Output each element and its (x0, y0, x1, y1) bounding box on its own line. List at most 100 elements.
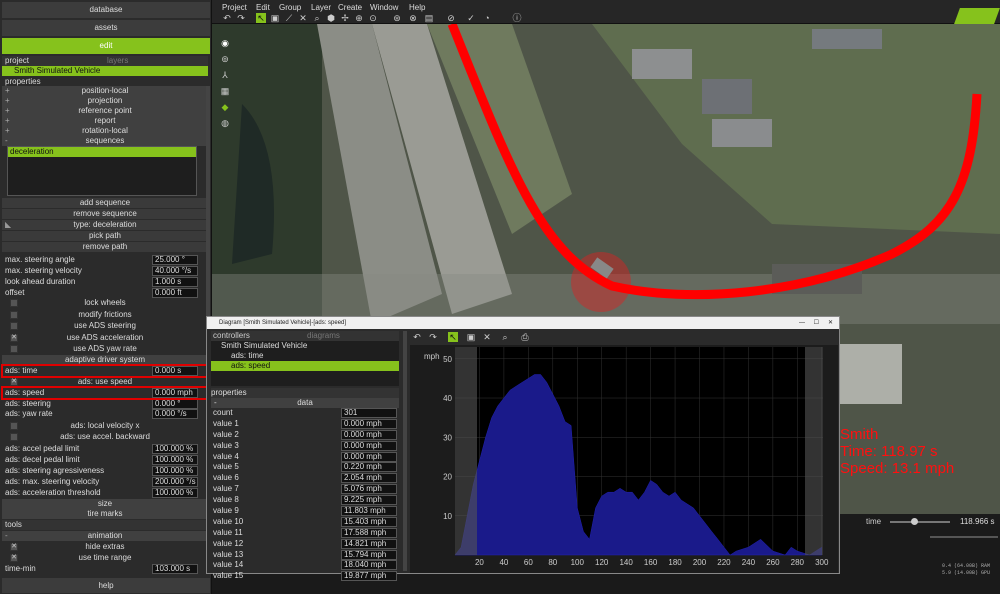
time-slider-handle[interactable] (911, 518, 918, 525)
sequence-item[interactable]: deceleration (8, 147, 196, 157)
data-row-value[interactable]: 0.000 mph (341, 418, 397, 429)
tab-controllers[interactable]: controllers (213, 331, 250, 341)
controller-tree[interactable]: Smith Simulated Vehicle ads: time ads: s… (211, 341, 399, 386)
data-row-value[interactable]: 19.877 mph (341, 571, 397, 582)
data-row-value[interactable]: 2.054 mph (341, 473, 397, 484)
minimize-icon[interactable]: — (799, 317, 805, 329)
data-row-value[interactable]: 0.220 mph (341, 462, 397, 473)
rect-select-icon[interactable]: ▣ (270, 13, 280, 23)
param-value[interactable]: 200.000 °/s (152, 477, 198, 487)
check-icon[interactable]: ✓ (466, 13, 476, 23)
param-value[interactable]: 100.000 % (152, 444, 198, 454)
check-use-ads-acceleration[interactable]: ✕ use ADS acceleration (2, 333, 208, 343)
param-value[interactable]: 0.000 ° (152, 399, 198, 409)
zoom-icon[interactable]: ⌕ (312, 13, 322, 23)
undo-icon[interactable]: ↶ (222, 13, 232, 23)
link-icon[interactable]: ⊗ (408, 13, 418, 23)
check-modify-frictions[interactable]: modify frictions (2, 310, 208, 320)
delete-icon[interactable]: ✕ (298, 13, 308, 23)
tab-layers[interactable]: layers (107, 56, 128, 66)
param-value[interactable]: 100.000 % (152, 488, 198, 498)
remove-sequence-button[interactable]: remove sequence (2, 209, 208, 219)
select-icon[interactable]: ↖ (448, 332, 458, 342)
edit-button[interactable]: edit (2, 38, 210, 54)
grid-icon[interactable]: ▦ (220, 86, 230, 96)
tab-project[interactable]: project (5, 56, 29, 66)
param-value[interactable]: 40.000 °/s (152, 266, 198, 276)
menu-edit[interactable]: Edit (256, 3, 270, 12)
data-header[interactable]: - data (211, 398, 399, 408)
tag-icon[interactable]: ◆ (220, 102, 230, 112)
menu-layer[interactable]: Layer (311, 3, 331, 12)
menu-help[interactable]: Help (409, 3, 425, 12)
zoom-icon[interactable]: ⌕ (500, 332, 510, 342)
camera-icon[interactable]: ⊙ (368, 13, 378, 23)
vehicle-item[interactable]: Smith Simulated Vehicle (2, 66, 208, 76)
close-icon[interactable]: ✕ (828, 317, 833, 329)
group-projection[interactable]: + projection (2, 96, 208, 106)
path-icon[interactable]: ⟋ (284, 13, 294, 23)
group-sequences[interactable]: - sequences (2, 136, 208, 146)
rect-select-icon[interactable]: ▣ (466, 332, 476, 342)
tire-marks-header[interactable]: tire marks (2, 509, 208, 519)
assets-button[interactable]: assets (2, 20, 210, 36)
redo-icon[interactable]: ↷ (428, 332, 438, 342)
data-row-value[interactable]: 15.794 mph (341, 549, 397, 560)
check-use-time-range[interactable]: ✕ use time range (2, 553, 208, 563)
check-local-velocity-x[interactable]: ads: local velocity x (2, 421, 208, 431)
menu-group[interactable]: Group (279, 3, 301, 12)
group-report[interactable]: + report (2, 116, 208, 126)
help-button[interactable]: help (2, 578, 210, 593)
data-row-value[interactable]: 5.076 mph (341, 484, 397, 495)
param-value[interactable]: 100.000 % (152, 466, 198, 476)
camera-mode-icon[interactable]: ◉ (220, 38, 230, 48)
print-icon[interactable]: ⎙ (520, 332, 530, 342)
tree-item-ads-time[interactable]: ads: time (211, 351, 399, 361)
add-sequence-button[interactable]: add sequence (2, 198, 208, 208)
sequence-type-select[interactable]: ◣ type: deceleration (2, 220, 208, 230)
data-row-value[interactable]: 18.040 mph (341, 560, 397, 571)
tree-root[interactable]: Smith Simulated Vehicle (211, 341, 399, 351)
check-accel-backward[interactable]: ads: use accel. backward (2, 432, 208, 442)
animation-header[interactable]: - animation (2, 531, 208, 541)
check-use-ads-steering[interactable]: use ADS steering (2, 321, 208, 331)
check-use-ads-yaw-rate[interactable]: use ADS yaw rate (2, 344, 208, 354)
move-icon[interactable]: ✢ (340, 13, 350, 23)
data-row-value[interactable]: 17.588 mph (341, 527, 397, 538)
param-value[interactable]: 0.000 °/s (152, 409, 198, 419)
speed-chart[interactable]: mph 50 40 30 20 10 20 40 60 80 100 120 140 160 180 20… (410, 345, 838, 573)
param-value[interactable]: 0.000 ft (152, 288, 198, 298)
undo-icon[interactable]: ↶ (412, 332, 422, 342)
tree-item-ads-speed[interactable]: ads: speed (211, 361, 399, 371)
database-button[interactable]: database (2, 2, 210, 18)
measure-icon[interactable]: ⊘ (446, 13, 456, 23)
axis-icon[interactable]: ⅄ (220, 70, 230, 80)
data-row-value[interactable]: 0.000 mph (341, 451, 397, 462)
data-row-value[interactable]: 14.821 mph (341, 538, 397, 549)
scrollbar[interactable] (930, 536, 998, 538)
param-value[interactable]: 1.000 s (152, 277, 198, 287)
data-row-value[interactable]: 11.803 mph (341, 506, 397, 517)
group-position-local[interactable]: + position-local (2, 86, 208, 96)
time-slider[interactable] (890, 521, 950, 523)
data-row-value[interactable]: 0.000 mph (341, 429, 397, 440)
size-header[interactable]: size (2, 499, 208, 509)
group-rotation-local[interactable]: + rotation-local (2, 126, 208, 136)
redo-icon[interactable]: ↷ (236, 13, 246, 23)
check-hide-extras[interactable]: ✕ hide extras (2, 542, 208, 552)
check-lock-wheels[interactable]: lock wheels (2, 298, 208, 308)
param-value[interactable]: 103.000 s (152, 564, 198, 574)
shape-icon[interactable]: ⬢ (326, 13, 336, 23)
splitter[interactable] (403, 331, 407, 571)
select-icon[interactable]: ↖ (256, 13, 266, 23)
pick-path-button[interactable]: pick path (2, 231, 208, 241)
menu-project[interactable]: Project (222, 3, 247, 12)
delete-icon[interactable]: ✕ (482, 332, 492, 342)
group-reference-point[interactable]: + reference point (2, 106, 208, 116)
target-icon[interactable]: ⊕ (354, 13, 364, 23)
globe-icon[interactable]: ◍ (220, 118, 230, 128)
menu-window[interactable]: Window (370, 3, 398, 12)
maximize-icon[interactable]: ☐ (814, 317, 819, 329)
data-row-value[interactable]: 9.225 mph (341, 495, 397, 506)
timer-icon[interactable]: ◔ (482, 13, 492, 23)
